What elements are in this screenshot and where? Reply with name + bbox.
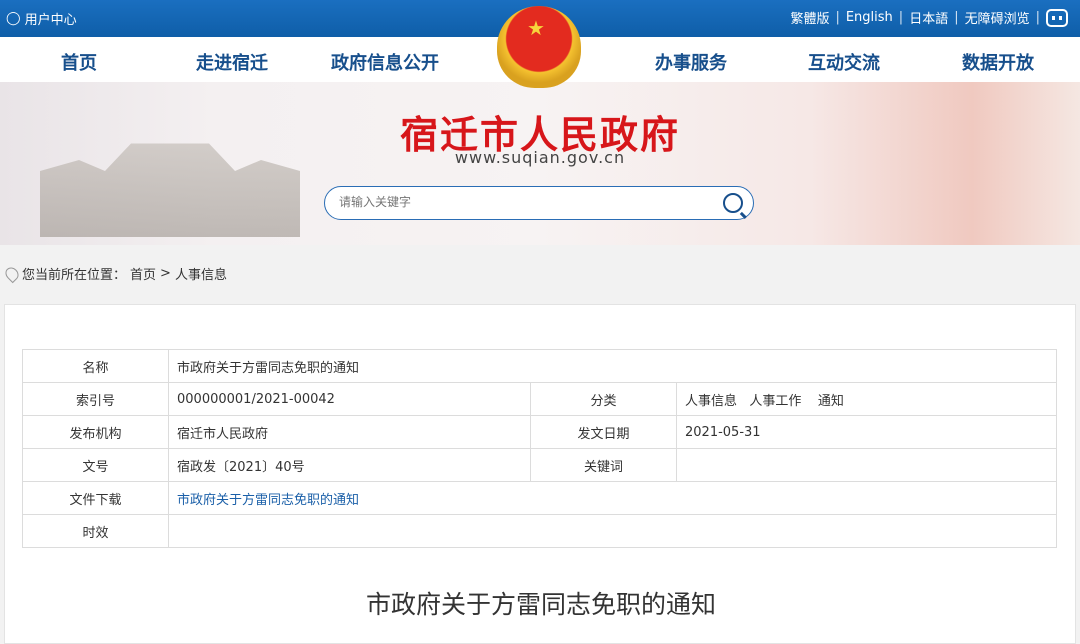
category: 人事信息 人事工作 通知 — [676, 382, 1057, 416]
table-row: 文件下载 市政府关于方雷同志免职的通知 — [22, 481, 1057, 515]
nav-gov-info[interactable]: 政府信息公开 — [331, 49, 439, 75]
doc-name: 市政府关于方雷同志免职的通知 — [168, 349, 1057, 383]
nav-services[interactable]: 办事服务 — [655, 49, 727, 75]
japanese-link[interactable]: 日本語 — [909, 8, 948, 27]
banner: 宿迁市人民政府 www.suqian.gov.cn — [0, 82, 1080, 245]
nav-open-data[interactable]: 数据开放 — [962, 49, 1034, 75]
table-row: 发布机构 宿迁市人民政府 发文日期 2021-05-31 — [22, 415, 1057, 449]
content-panel: 名称 市政府关于方雷同志免职的通知 索引号 000000001/2021-000… — [4, 304, 1076, 644]
file-download-link[interactable]: 市政府关于方雷同志免职的通知 — [177, 493, 359, 508]
table-row: 名称 市政府关于方雷同志免职的通知 — [22, 349, 1057, 383]
search-icon[interactable] — [723, 193, 743, 213]
keywords — [676, 448, 1057, 482]
table-row: 索引号 000000001/2021-00042 分类 人事信息 人事工作 通知 — [22, 382, 1057, 416]
nav-interaction[interactable]: 互动交流 — [808, 49, 880, 75]
table-row: 文号 宿政发〔2021〕40号 关键词 — [22, 448, 1057, 482]
user-center-link[interactable]: ◯ 用户中心 — [6, 9, 77, 28]
validity — [168, 514, 1057, 548]
publish-date: 2021-05-31 — [676, 415, 1057, 449]
document-meta-table: 名称 市政府关于方雷同志免职的通知 索引号 000000001/2021-000… — [22, 349, 1057, 548]
breadcrumb: 您当前所在位置： 首页 > 人事信息 — [2, 264, 227, 283]
nav-home[interactable]: 首页 — [61, 49, 97, 75]
accessibility-link[interactable]: 无障碍浏览 — [965, 8, 1030, 27]
english-link[interactable]: English — [846, 10, 893, 25]
site-url: www.suqian.gov.cn — [454, 148, 626, 167]
breadcrumb-home[interactable]: 首页 — [130, 264, 156, 283]
traditional-chinese-link[interactable]: 繁體版 — [790, 8, 829, 27]
publisher: 宿迁市人民政府 — [168, 415, 531, 449]
national-emblem-logo — [497, 6, 581, 88]
doc-number: 宿政发〔2021〕40号 — [168, 448, 531, 482]
table-row: 时效 — [22, 514, 1057, 548]
language-links: 繁體版 | English | 日本語 | 无障碍浏览 | — [790, 8, 1068, 27]
nav-about[interactable]: 走进宿迁 — [196, 49, 268, 75]
index-number: 000000001/2021-00042 — [168, 382, 531, 416]
breadcrumb-personnel[interactable]: 人事信息 — [175, 264, 227, 283]
search-input[interactable] — [339, 195, 699, 209]
user-icon: ◯ — [6, 11, 21, 26]
location-icon — [2, 264, 22, 283]
article-title: 市政府关于方雷同志免职的通知 — [365, 590, 716, 619]
search-box — [324, 186, 754, 220]
robot-icon[interactable] — [1046, 8, 1068, 27]
